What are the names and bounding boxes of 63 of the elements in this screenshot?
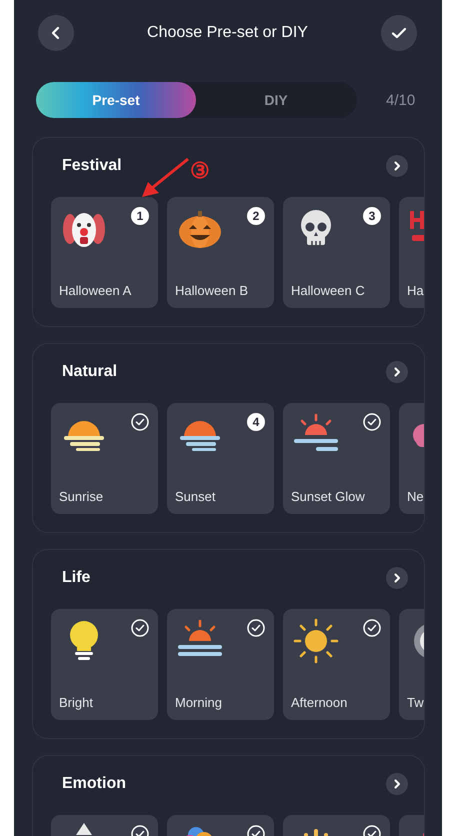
category-title: Festival <box>62 157 122 175</box>
preset-label: Sunset Glow <box>291 489 365 504</box>
screen-title: Choose Pre-set or DIY <box>147 24 308 42</box>
chevron-button[interactable] <box>386 361 408 383</box>
preset-label: Halloween B <box>175 283 248 298</box>
triangle-icon <box>76 823 92 835</box>
order-badge: 4 <box>247 413 265 431</box>
checkmark-icon <box>390 25 407 41</box>
preset-tile[interactable]: Ha <box>399 197 424 308</box>
chevron-right-icon <box>392 573 402 583</box>
chevron-button[interactable] <box>386 155 408 177</box>
preset-label: Ha <box>407 283 424 298</box>
preset-tile[interactable]: Sunrise <box>51 403 158 514</box>
order-badge: 1 <box>131 207 149 225</box>
order-badge: 2 <box>247 207 265 225</box>
preset-label: Bright <box>59 695 93 710</box>
preset-tile[interactable]: 4 Sunset <box>167 403 274 514</box>
skull-icon <box>301 210 331 246</box>
preset-label: Tw <box>407 695 424 710</box>
tab[interactable]: Pre-set <box>36 82 196 118</box>
chevron-button[interactable] <box>386 773 408 795</box>
preset-label: Halloween A <box>59 283 132 298</box>
preset-label: Halloween C <box>291 283 365 298</box>
preset-label: Ne <box>407 489 424 504</box>
preset-label: Afternoon <box>291 695 348 710</box>
preset-tile[interactable]: Sunset Glow <box>283 403 390 514</box>
chevron-button[interactable] <box>386 567 408 589</box>
sun-over-water-icon <box>294 414 338 451</box>
pumpkin-icon <box>179 211 221 248</box>
sun-icon <box>294 618 338 664</box>
preset-tile[interactable]: Morning <box>167 609 274 720</box>
selection-count: 4/10 <box>386 92 416 108</box>
category-title: Natural <box>62 363 118 381</box>
tab[interactable]: DIY <box>196 82 356 118</box>
preset-tile[interactable]: 1 Halloween A <box>51 197 158 308</box>
preset-label: Morning <box>175 695 222 710</box>
bars-icon <box>304 829 328 836</box>
chevron-right-icon <box>392 367 402 377</box>
sun-over-horizon-icon <box>178 620 222 656</box>
preset-tile[interactable]: Afternoon <box>283 609 390 720</box>
chevron-right-icon <box>392 779 402 789</box>
category-title: Life <box>62 569 90 587</box>
annotation-arrow <box>142 158 189 197</box>
category-title: Emotion <box>62 775 126 793</box>
preset-label: Sunrise <box>59 489 104 504</box>
preset-tile[interactable]: Bright <box>51 609 158 720</box>
sunrise-icon <box>64 421 104 451</box>
preset-tile[interactable]: Ne <box>399 403 424 514</box>
cloud-icon <box>413 424 424 447</box>
preset-tile[interactable]: 3 Halloween C <box>283 197 390 308</box>
clown-icon <box>63 213 105 247</box>
annotation-number: ③ <box>190 159 210 183</box>
chevron-right-icon <box>392 161 402 171</box>
confirm-button[interactable] <box>380 15 417 51</box>
back-button[interactable] <box>38 15 74 51</box>
lettering-icon <box>410 211 424 241</box>
preset-tile[interactable]: Tw <box>399 609 424 720</box>
ring-icon <box>414 623 424 659</box>
order-badge: 3 <box>363 207 381 225</box>
preset-tile[interactable]: 2 Halloween B <box>167 197 274 308</box>
preset-label: Sunset <box>175 489 216 504</box>
sunset-icon <box>180 421 220 451</box>
light-bulb-icon <box>70 621 98 660</box>
